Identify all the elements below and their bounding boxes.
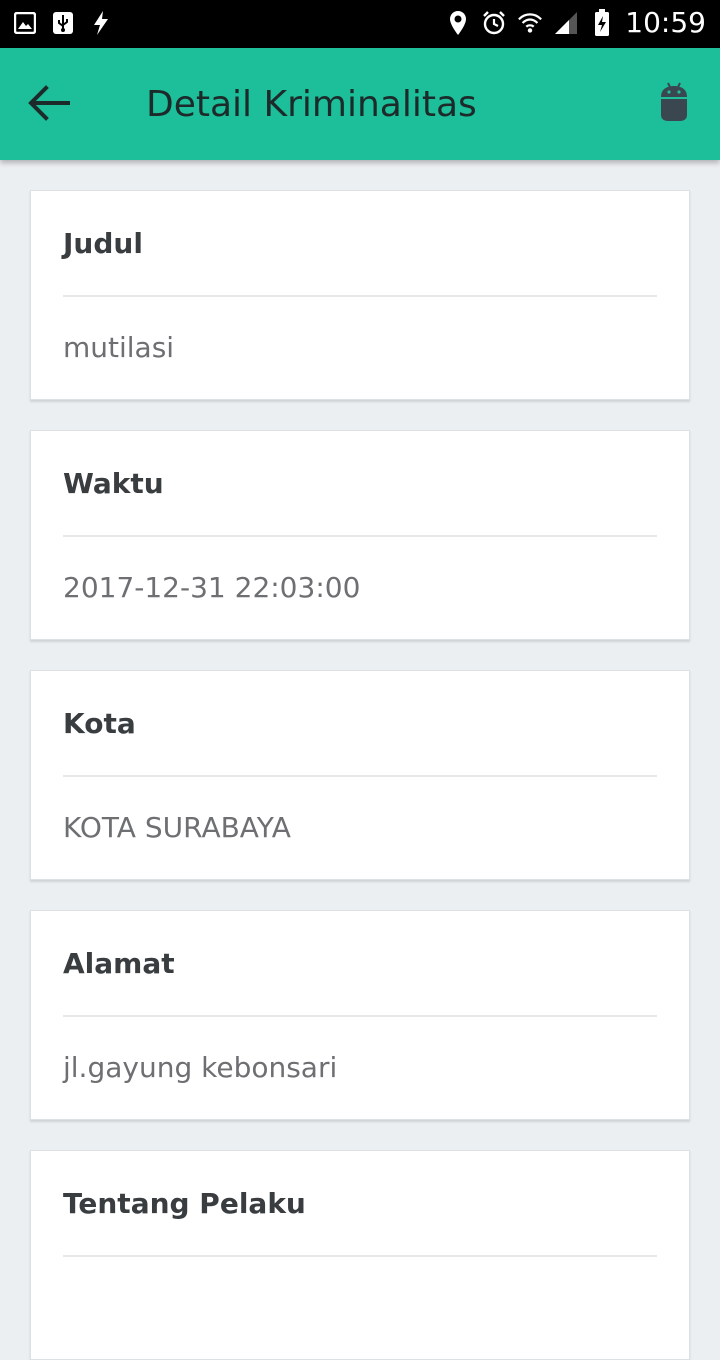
android-menu-button[interactable]	[656, 82, 692, 126]
card-judul: Judul mutilasi	[30, 190, 690, 400]
location-icon	[445, 10, 471, 36]
card-alamat: Alamat jl.gayung kebonsari	[30, 910, 690, 1120]
card-value: 2017-12-31 22:03:00	[63, 571, 361, 604]
battery-icon	[589, 8, 615, 36]
card-kota: Kota KOTA SURABAYA	[30, 670, 690, 880]
android-icon	[659, 81, 689, 127]
alarm-icon	[481, 10, 507, 36]
flash-icon	[88, 10, 114, 36]
wifi-icon	[517, 10, 543, 36]
card-label: Judul	[63, 227, 143, 260]
card-value: KOTA SURABAYA	[63, 811, 291, 844]
status-left-icons	[12, 10, 114, 36]
card-value: mutilasi	[63, 331, 175, 364]
image-icon	[12, 10, 38, 36]
card-waktu: Waktu 2017-12-31 22:03:00	[30, 430, 690, 640]
card-divider	[63, 1015, 657, 1017]
status-bar: 10:59	[0, 0, 720, 48]
card-divider	[63, 295, 657, 297]
status-time: 10:59	[625, 6, 706, 39]
card-value: jl.gayung kebonsari	[63, 1051, 338, 1084]
app-bar: Detail Kriminalitas	[0, 48, 720, 160]
signal-icon	[553, 10, 579, 36]
card-label: Kota	[63, 707, 136, 740]
arrow-back-icon	[28, 85, 70, 125]
card-divider	[63, 535, 657, 537]
back-button[interactable]	[24, 80, 74, 130]
card-tentang-pelaku: Tentang Pelaku	[30, 1150, 690, 1360]
card-label: Alamat	[63, 947, 175, 980]
usb-icon	[50, 10, 76, 36]
detail-content[interactable]: Judul mutilasi Waktu 2017-12-31 22:03:00…	[0, 160, 720, 1360]
card-divider	[63, 775, 657, 777]
status-right-icons: 10:59	[445, 6, 706, 39]
page-title: Detail Kriminalitas	[146, 84, 477, 125]
card-divider	[63, 1255, 657, 1257]
card-label: Waktu	[63, 467, 164, 500]
card-label: Tentang Pelaku	[63, 1187, 306, 1220]
